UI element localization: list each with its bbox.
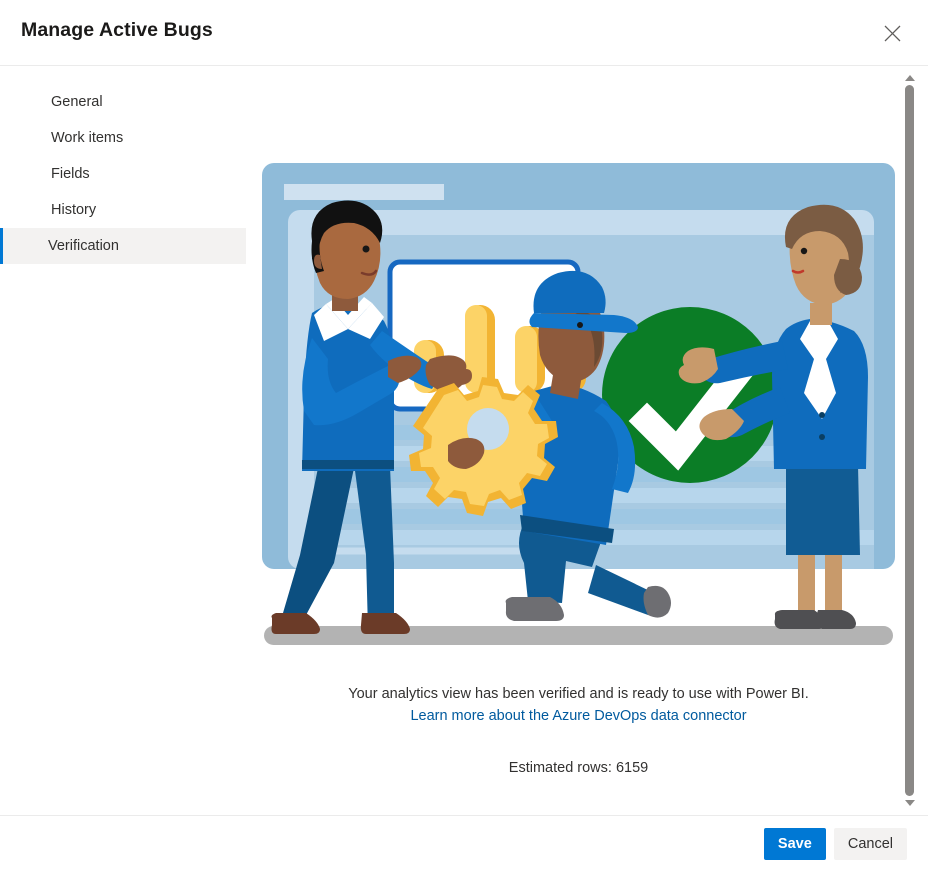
chevron-up-icon — [904, 75, 915, 81]
content-panel: Your analytics view has been verified an… — [246, 66, 928, 815]
sidebar-item-label: Fields — [51, 166, 90, 182]
dialog-footer: Save Cancel — [0, 815, 928, 872]
content-scrollbar[interactable] — [901, 71, 918, 810]
sidebar-item-general[interactable]: General — [0, 84, 246, 120]
learn-more-link[interactable]: Learn more about the Azure DevOps data c… — [262, 705, 895, 727]
sidebar-item-fields[interactable]: Fields — [0, 156, 246, 192]
sidebar-item-label: History — [51, 202, 97, 218]
close-button[interactable] — [872, 13, 912, 53]
sidebar-item-label: Work items — [51, 130, 124, 146]
scrollbar-track[interactable] — [901, 85, 918, 796]
estimated-rows-label: Estimated rows: 6159 — [508, 760, 649, 776]
save-button[interactable]: Save — [763, 828, 826, 860]
manage-active-bugs-dialog: Manage Active Bugs General Work items Fi… — [0, 0, 928, 872]
verification-message-text: Your analytics view has been verified an… — [348, 686, 809, 702]
chevron-down-icon — [904, 800, 915, 806]
scrollbar-down-arrow[interactable] — [901, 796, 918, 810]
sidebar-item-label: Verification — [48, 238, 119, 254]
verification-success-illustration — [262, 163, 895, 650]
sidebar-item-label: General — [51, 94, 103, 110]
dialog-body: General Work items Fields History Verifi… — [0, 66, 928, 815]
scrollbar-thumb[interactable] — [905, 85, 914, 796]
cancel-button[interactable]: Cancel — [833, 828, 907, 860]
sidebar-item-history[interactable]: History — [0, 192, 246, 228]
verification-message: Your analytics view has been verified an… — [262, 683, 895, 727]
close-icon — [884, 25, 901, 42]
page-title: Manage Active Bugs — [21, 19, 213, 41]
scrollbar-up-arrow[interactable] — [901, 71, 918, 85]
sidebar-nav-list: General Work items Fields History Verifi… — [0, 84, 246, 264]
sidebar: General Work items Fields History Verifi… — [0, 66, 246, 815]
sidebar-item-work-items[interactable]: Work items — [0, 120, 246, 156]
dialog-header: Manage Active Bugs — [0, 0, 928, 66]
sidebar-item-verification[interactable]: Verification — [0, 228, 246, 264]
